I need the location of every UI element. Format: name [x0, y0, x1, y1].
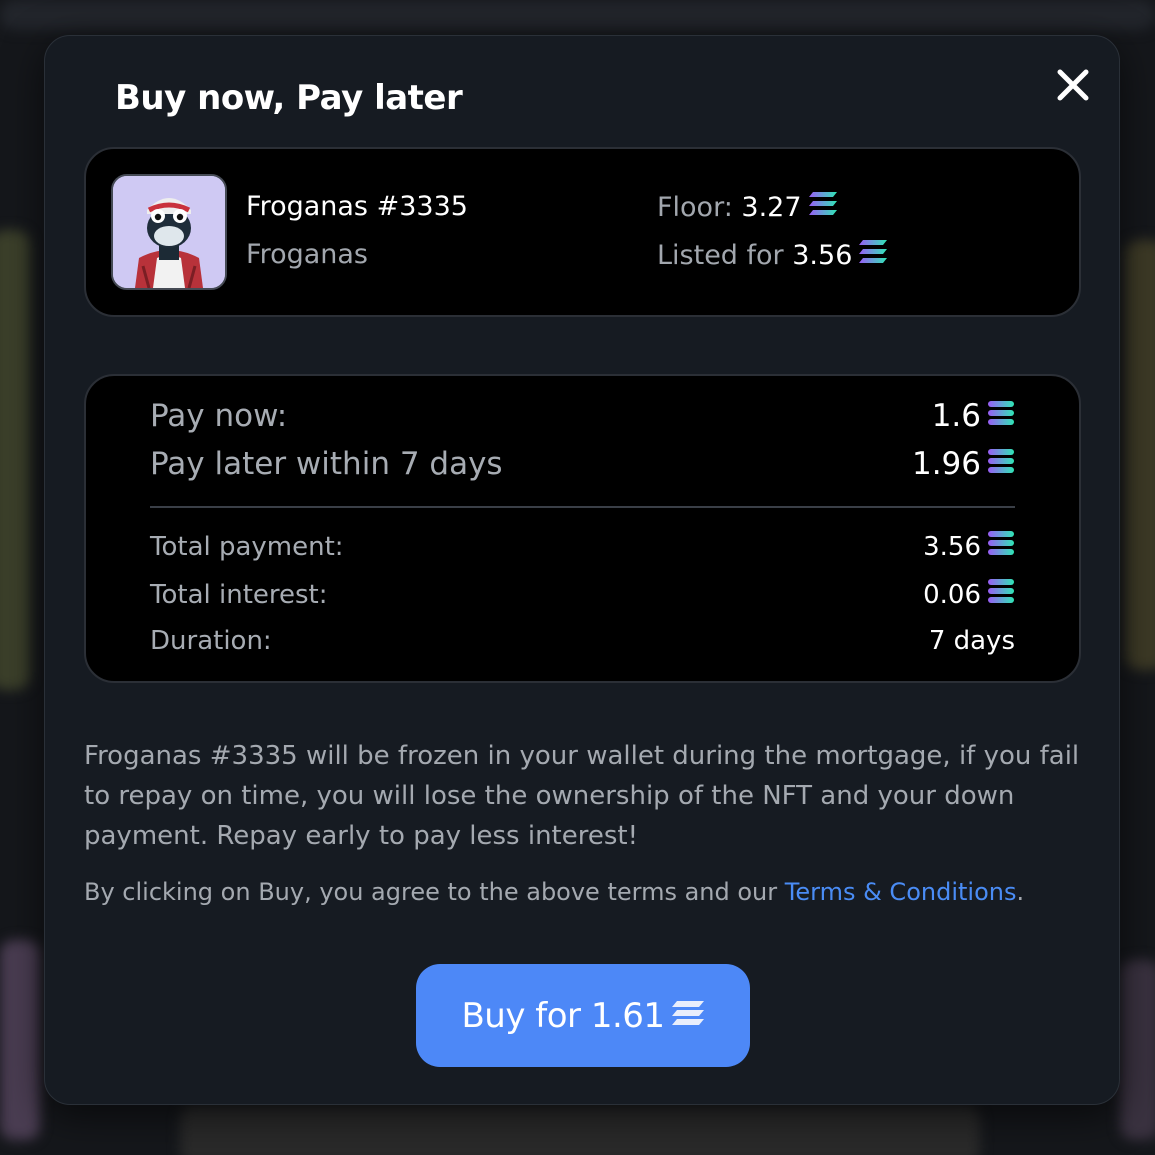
divider — [150, 506, 1015, 508]
floor-value: 3.27 — [741, 192, 802, 223]
pay-now-row: Pay now: 1.6 — [150, 398, 1015, 434]
total-interest-label: Total interest: — [150, 579, 328, 610]
solana-icon — [671, 996, 705, 1036]
buy-button-label: Buy for 1.61 — [461, 995, 665, 1036]
nft-collection: Froganas — [246, 239, 369, 270]
total-payment-label: Total payment: — [150, 531, 344, 562]
buy-button[interactable]: Buy for 1.61 — [416, 964, 750, 1067]
nft-summary-card: Froganas #3335 Froganas Floor: 3.27 List… — [84, 147, 1081, 317]
solana-icon — [987, 578, 1015, 611]
solana-icon — [987, 530, 1015, 563]
total-interest-value: 0.06 — [923, 579, 981, 610]
solana-icon — [987, 398, 1015, 434]
close-icon[interactable] — [1052, 64, 1094, 106]
terms-agreement: By clicking on Buy, you agree to the abo… — [84, 876, 1024, 908]
listed-price: Listed for 3.56 — [657, 239, 888, 272]
pay-later-row: Pay later within 7 days 1.96 — [150, 446, 1015, 482]
solana-icon — [858, 239, 888, 272]
modal-title: Buy now, Pay later — [115, 78, 463, 118]
solana-icon — [808, 191, 838, 224]
duration-value: 7 days — [928, 626, 1015, 656]
pay-later-label: Pay later within 7 days — [150, 446, 503, 482]
total-payment-value: 3.56 — [923, 531, 981, 562]
terms-link[interactable]: Terms & Conditions — [785, 878, 1017, 906]
payment-breakdown-card: Pay now: 1.6 Pay later within 7 days 1.9… — [84, 374, 1081, 683]
solana-icon — [987, 446, 1015, 482]
agreement-text: By clicking on Buy, you agree to the abo… — [84, 878, 778, 906]
floor-price: Floor: 3.27 — [657, 191, 838, 224]
duration-row: Duration: 7 days — [150, 626, 1015, 656]
listed-value: 3.56 — [792, 240, 853, 271]
pay-later-value: 1.96 — [911, 446, 981, 482]
mortgage-notice: Froganas #3335 will be frozen in your wa… — [84, 741, 1080, 851]
agreement-suffix: . — [1016, 878, 1025, 906]
total-interest-row: Total interest: 0.06 — [150, 578, 1015, 611]
buy-now-pay-later-modal: Buy now, Pay later Froganas #3335 Frogan… — [44, 35, 1120, 1105]
floor-label: Floor: — [657, 192, 733, 223]
duration-label: Duration: — [150, 626, 272, 656]
listed-label: Listed for — [657, 240, 784, 271]
pay-now-label: Pay now: — [150, 398, 288, 434]
total-payment-row: Total payment: 3.56 — [150, 530, 1015, 563]
nft-thumbnail — [111, 174, 227, 290]
pay-now-value: 1.6 — [931, 398, 981, 434]
nft-name: Froganas #3335 — [246, 191, 468, 222]
